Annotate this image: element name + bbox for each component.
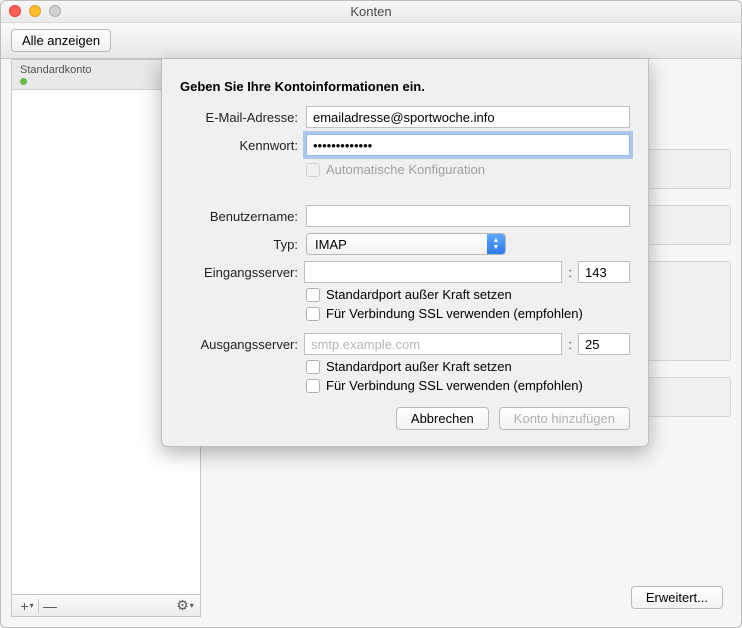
- close-button[interactable]: [9, 5, 21, 17]
- chevron-updown-icon: ▲▼: [487, 234, 505, 254]
- add-account-sheet: Geben Sie Ihre Kontoinformationen ein. E…: [161, 59, 649, 447]
- username-label: Benutzername:: [180, 209, 298, 224]
- type-select[interactable]: IMAP ▲▼: [306, 233, 506, 255]
- sheet-title: Geben Sie Ihre Kontoinformationen ein.: [180, 79, 630, 94]
- type-label: Typ:: [180, 237, 298, 252]
- password-field[interactable]: [306, 134, 630, 156]
- port-separator: :: [568, 265, 572, 280]
- username-field[interactable]: [306, 205, 630, 227]
- email-field[interactable]: [306, 106, 630, 128]
- minimize-button[interactable]: [29, 5, 41, 17]
- outgoing-port-field[interactable]: [578, 333, 630, 355]
- titlebar: Konten: [1, 1, 741, 23]
- advanced-button[interactable]: Erweitert...: [631, 586, 723, 609]
- sidebar-footer: +▾ — ⚙▾: [11, 595, 201, 617]
- auto-config-label: Automatische Konfiguration: [326, 162, 485, 177]
- add-account-confirm-button[interactable]: Konto hinzufügen: [499, 407, 630, 430]
- incoming-ssl-row[interactable]: Für Verbindung SSL verwenden (empfohlen): [306, 306, 630, 321]
- incoming-ssl-checkbox[interactable]: [306, 307, 320, 321]
- incoming-port-field[interactable]: [578, 261, 630, 283]
- actions-menu-button[interactable]: ⚙▾: [174, 595, 196, 616]
- cancel-button[interactable]: Abbrechen: [396, 407, 489, 430]
- show-all-button[interactable]: Alle anzeigen: [11, 29, 111, 52]
- incoming-override-port-checkbox[interactable]: [306, 288, 320, 302]
- remove-account-button[interactable]: —: [39, 595, 61, 616]
- window-title: Konten: [350, 4, 391, 19]
- outgoing-override-port-checkbox[interactable]: [306, 360, 320, 374]
- incoming-server-label: Eingangsserver:: [180, 265, 298, 280]
- window-controls: [9, 5, 61, 17]
- status-indicator-icon: [20, 78, 27, 85]
- outgoing-server-label: Ausgangsserver:: [180, 337, 298, 352]
- add-account-button[interactable]: +▾: [16, 595, 38, 616]
- incoming-override-port-label: Standardport außer Kraft setzen: [326, 287, 512, 302]
- outgoing-server-field[interactable]: [304, 333, 562, 355]
- zoom-button[interactable]: [49, 5, 61, 17]
- email-label: E-Mail-Adresse:: [180, 110, 298, 125]
- incoming-override-port-row[interactable]: Standardport außer Kraft setzen: [306, 287, 630, 302]
- outgoing-override-port-label: Standardport außer Kraft setzen: [326, 359, 512, 374]
- outgoing-override-port-row[interactable]: Standardport außer Kraft setzen: [306, 359, 630, 374]
- outgoing-ssl-checkbox[interactable]: [306, 379, 320, 393]
- outgoing-ssl-label: Für Verbindung SSL verwenden (empfohlen): [326, 378, 583, 393]
- preferences-window: Konten Alle anzeigen Standardkonto +▾ — …: [0, 0, 742, 628]
- type-value: IMAP: [315, 237, 347, 252]
- outgoing-ssl-row[interactable]: Für Verbindung SSL verwenden (empfohlen): [306, 378, 630, 393]
- incoming-ssl-label: Für Verbindung SSL verwenden (empfohlen): [326, 306, 583, 321]
- toolbar: Alle anzeigen: [1, 23, 741, 59]
- port-separator: :: [568, 337, 572, 352]
- incoming-server-field[interactable]: [304, 261, 562, 283]
- password-label: Kennwort:: [180, 138, 298, 153]
- auto-config-checkbox: [306, 163, 320, 177]
- auto-config-row: Automatische Konfiguration: [306, 162, 630, 177]
- gear-icon: ⚙: [176, 597, 189, 614]
